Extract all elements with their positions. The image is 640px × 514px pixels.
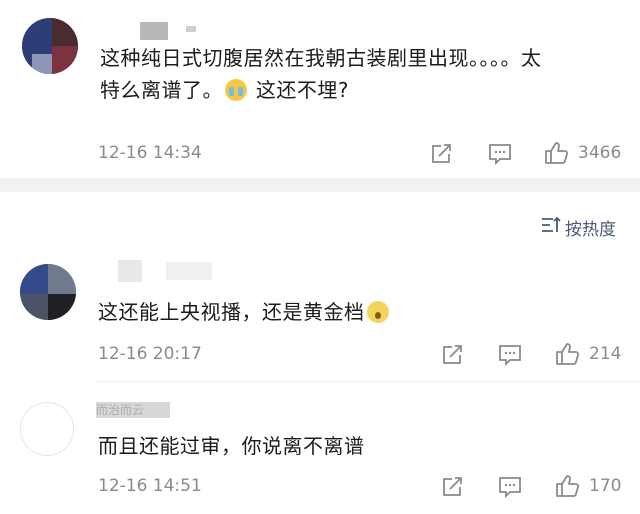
- username-blurred[interactable]: 而治而云: [96, 402, 170, 418]
- thumbs-up-icon[interactable]: [555, 342, 581, 366]
- shocked-emoji-icon: [366, 301, 389, 323]
- like-count: 214: [589, 344, 622, 364]
- sort-by-hot-button[interactable]: 按热度: [541, 215, 616, 240]
- avatar[interactable]: [20, 402, 74, 456]
- share-icon[interactable]: [441, 476, 465, 498]
- avatar[interactable]: [20, 264, 76, 320]
- avatar[interactable]: [22, 18, 78, 74]
- comment-text: 这还能上央视播，还是黄金档: [98, 296, 618, 328]
- sort-icon: [541, 216, 561, 239]
- comment-text: 而且还能过审，你说离不离谱: [98, 434, 365, 458]
- like-count: 3466: [578, 143, 622, 163]
- username-blurred: [166, 262, 212, 280]
- comment-time: 12-16 14:51: [98, 476, 202, 496]
- comment-time: 12-16 20:17: [98, 344, 202, 364]
- share-icon[interactable]: [430, 143, 454, 165]
- crying-emoji-icon: [225, 79, 247, 101]
- section-divider: [0, 178, 640, 192]
- comment-text: 这种纯日式切腹居然在我朝古装剧里出现。。。。太 特么离谱了。 这还不埋?: [100, 46, 542, 102]
- username-blurred: [186, 26, 196, 32]
- username-blurred[interactable]: [140, 22, 168, 40]
- username-blurred[interactable]: [118, 260, 142, 282]
- sort-label: 按热度: [565, 220, 616, 240]
- comment-icon[interactable]: [498, 476, 522, 498]
- comment-time: 12-16 14:34: [98, 143, 202, 163]
- thumbs-up-icon[interactable]: [555, 474, 581, 498]
- comment-icon[interactable]: [488, 143, 512, 165]
- like-count: 170: [589, 476, 622, 496]
- comment-icon[interactable]: [498, 344, 522, 366]
- thumbs-up-icon[interactable]: [544, 141, 570, 165]
- comment-divider: [96, 381, 640, 382]
- share-icon[interactable]: [441, 344, 465, 366]
